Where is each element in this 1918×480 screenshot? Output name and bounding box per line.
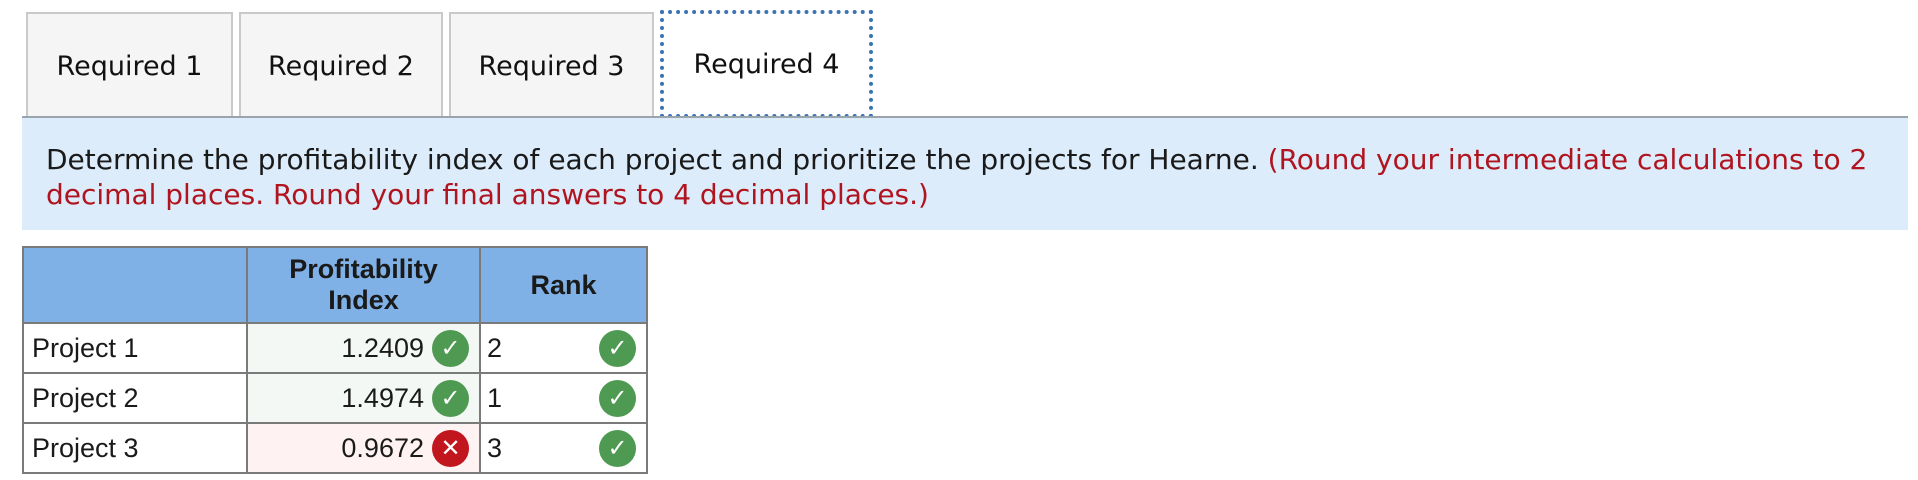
pi-value[interactable]: 0.9672 xyxy=(341,433,424,464)
rank-value[interactable]: 1 xyxy=(487,383,502,414)
header-pi-line2: Index xyxy=(328,285,399,315)
row-label: Project 2 xyxy=(22,372,248,424)
pi-input-cell[interactable]: 1.4974 ✓ xyxy=(246,372,481,424)
tab-required-2[interactable]: Required 2 xyxy=(239,12,443,118)
table-row: Project 2 1.4974 ✓ 1 ✓ xyxy=(22,372,648,424)
table-row: Project 1 1.2409 ✓ 2 ✓ xyxy=(22,322,648,374)
rank-input-cell[interactable]: 1 ✓ xyxy=(479,372,648,424)
check-mark-icon: ✓ xyxy=(599,429,636,467)
rank-input-cell[interactable]: 2 ✓ xyxy=(479,322,648,374)
tab-required-1[interactable]: Required 1 xyxy=(26,12,233,118)
check-mark-icon: ✓ xyxy=(432,329,469,367)
pi-input-cell[interactable]: 1.2409 ✓ xyxy=(246,322,481,374)
x-mark-icon: ✕ xyxy=(432,429,469,467)
header-rank: Rank xyxy=(479,246,648,324)
row-label: Project 1 xyxy=(22,322,248,374)
profitability-table: Profitability Index Rank Project 1 1.240… xyxy=(22,246,648,474)
tab-required-4[interactable]: Required 4 xyxy=(660,10,873,118)
rank-value[interactable]: 3 xyxy=(487,433,502,464)
instruction-text: Determine the profitability index of eac… xyxy=(46,143,1259,176)
row-label: Project 3 xyxy=(22,422,248,474)
rank-value[interactable]: 2 xyxy=(487,333,502,364)
check-mark-icon: ✓ xyxy=(432,379,469,417)
pi-value[interactable]: 1.4974 xyxy=(341,383,424,414)
pi-value[interactable]: 1.2409 xyxy=(341,333,424,364)
header-pi-line1: Profitability xyxy=(289,254,438,284)
header-blank xyxy=(22,246,248,324)
rank-input-cell[interactable]: 3 ✓ xyxy=(479,422,648,474)
check-mark-icon: ✓ xyxy=(599,329,636,367)
header-profitability-index: Profitability Index xyxy=(246,246,481,324)
instruction-panel: Determine the profitability index of eac… xyxy=(22,118,1908,230)
tab-required-3[interactable]: Required 3 xyxy=(449,12,654,118)
tab-bar: Required 1 Required 2 Required 3 Require… xyxy=(26,10,879,118)
pi-input-cell[interactable]: 0.9672 ✕ xyxy=(246,422,481,474)
table-row: Project 3 0.9672 ✕ 3 ✓ xyxy=(22,422,648,474)
table-header-row: Profitability Index Rank xyxy=(22,246,648,324)
check-mark-icon: ✓ xyxy=(599,379,636,417)
